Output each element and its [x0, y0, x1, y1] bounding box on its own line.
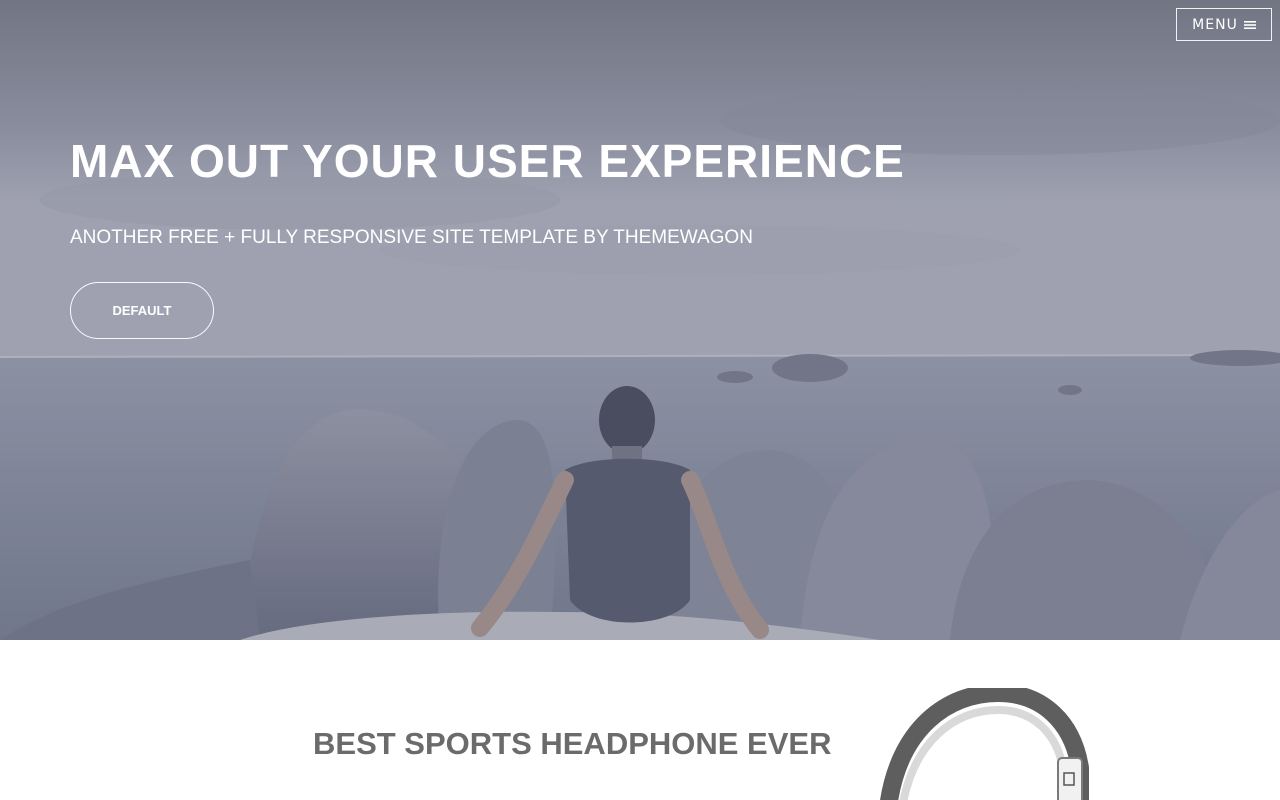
product-section: BEST SPORTS HEADPHONE EVER [0, 640, 1280, 800]
page: MENU MAX OUT YOUR USER EXPERIENCE ANOTHE… [0, 0, 1280, 800]
default-button[interactable]: DEFAULT [70, 282, 214, 339]
hero-section: MENU MAX OUT YOUR USER EXPERIENCE ANOTHE… [0, 0, 1280, 640]
hamburger-icon [1243, 20, 1256, 30]
product-title: BEST SPORTS HEADPHONE EVER [313, 726, 832, 761]
hero-subtitle: ANOTHER FREE + FULLY RESPONSIVE SITE TEM… [70, 227, 753, 248]
hero-title: MAX OUT YOUR USER EXPERIENCE [70, 135, 905, 187]
menu-label: MENU [1192, 16, 1238, 33]
menu-button[interactable]: MENU [1176, 8, 1272, 41]
headphone-image [880, 688, 1089, 800]
